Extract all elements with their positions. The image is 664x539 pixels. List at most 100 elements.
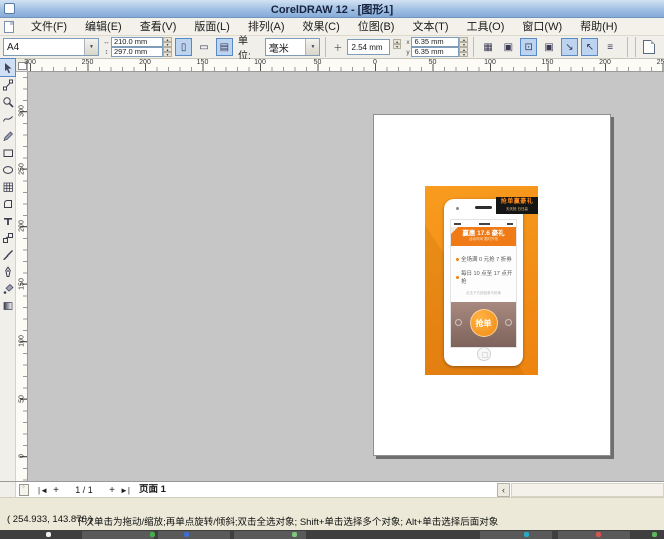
graph-paper-tool[interactable] bbox=[0, 178, 15, 195]
taskbar-item[interactable] bbox=[558, 531, 630, 539]
hruler-label: 150 bbox=[197, 59, 209, 66]
interactive-fill-tool[interactable] bbox=[0, 297, 15, 314]
portrait-button[interactable]: ▯ bbox=[175, 38, 192, 56]
smart-drawing-tool[interactable] bbox=[0, 127, 15, 144]
height-spin-down-icon[interactable]: ▼ bbox=[163, 52, 172, 57]
taskbar-app-icon[interactable] bbox=[596, 532, 601, 537]
taskbar-app-icon[interactable] bbox=[150, 532, 155, 537]
menu-window[interactable]: 窗口(W) bbox=[513, 18, 571, 36]
home-button-icon bbox=[477, 347, 491, 361]
nudge-field[interactable]: 2.54 mm bbox=[347, 39, 389, 55]
treat-as-filled-icon[interactable]: ↘ bbox=[561, 38, 578, 56]
taskbar-app-icon[interactable] bbox=[184, 532, 189, 537]
nudge-spin-down-icon[interactable]: ▼ bbox=[393, 44, 402, 49]
promo-badge: 抢单赢豪礼 天天抢 日日赢 bbox=[496, 197, 538, 214]
duplicate-y-field[interactable]: 6.35 mm bbox=[411, 47, 459, 57]
basic-shapes-tool[interactable] bbox=[0, 195, 15, 212]
bullet-text: 每日 10 点至 17 点开抢 bbox=[461, 269, 516, 285]
vruler-label: 300 bbox=[19, 105, 26, 117]
menu-bitmaps[interactable]: 位图(B) bbox=[349, 18, 404, 36]
navigator-icon[interactable] bbox=[19, 484, 29, 496]
freehand-tool[interactable] bbox=[0, 110, 15, 127]
snap-to-objects-icon[interactable]: ⊡ bbox=[520, 38, 537, 56]
units-label: 单位: bbox=[236, 32, 262, 62]
duplicate-y-label: y bbox=[404, 49, 411, 56]
last-page-button[interactable]: ►| bbox=[118, 483, 132, 497]
rectangle-tool[interactable] bbox=[0, 144, 15, 161]
paper-height-field[interactable]: 297.0 mm bbox=[111, 47, 163, 57]
taskbar-app-icon[interactable] bbox=[292, 532, 297, 537]
document-icon[interactable] bbox=[4, 21, 14, 33]
dynamic-guides-icon[interactable]: ▣ bbox=[540, 38, 557, 56]
horizontal-scrollbar[interactable] bbox=[511, 483, 664, 497]
paper-width-field[interactable]: 210.0 mm bbox=[111, 37, 163, 47]
taskbar-item[interactable] bbox=[82, 531, 154, 539]
hruler-label: 0 bbox=[373, 59, 377, 66]
chevron-down-icon[interactable]: ▼ bbox=[305, 39, 319, 55]
corner-ribbon-icon bbox=[451, 227, 458, 234]
phone-promo-image[interactable]: 赢惠 17.6 豪礼 活动时间 限时开抢 全场满 0 元抢 7 折券 每日 10… bbox=[425, 186, 538, 375]
apply-all-pages-button[interactable]: ▤ bbox=[216, 38, 233, 56]
pick-tool[interactable] bbox=[0, 59, 15, 76]
menu-view[interactable]: 查看(V) bbox=[131, 18, 186, 36]
outline-pen-tool[interactable] bbox=[0, 263, 15, 280]
menu-file[interactable]: 文件(F) bbox=[22, 18, 76, 36]
fill-tool[interactable] bbox=[0, 280, 15, 297]
marquee-select-icon[interactable]: ↖ bbox=[581, 38, 598, 56]
scroll-left-button[interactable]: ‹ bbox=[497, 483, 510, 497]
chevron-down-icon[interactable]: ▼ bbox=[84, 39, 98, 55]
document-page[interactable]: 赢惠 17.6 豪礼 活动时间 限时开抢 全场满 0 元抢 7 折券 每日 10… bbox=[373, 114, 611, 456]
new-page-button[interactable] bbox=[641, 38, 658, 56]
taskbar-app-icon[interactable] bbox=[46, 532, 51, 537]
interactive-blend-tool[interactable] bbox=[0, 229, 15, 246]
ellipse-tool[interactable] bbox=[0, 161, 15, 178]
phone-status-bar bbox=[451, 220, 516, 227]
bullet-dot-icon bbox=[456, 258, 459, 261]
eyedropper-tool[interactable] bbox=[0, 246, 15, 263]
properties-icon[interactable]: ≡ bbox=[601, 38, 618, 56]
taskbar-item[interactable] bbox=[158, 531, 230, 539]
duplicate-x-label: x bbox=[404, 39, 411, 46]
vruler-label: 100 bbox=[19, 335, 26, 347]
menu-help[interactable]: 帮助(H) bbox=[571, 18, 626, 36]
add-page-before-button[interactable]: + bbox=[50, 483, 62, 497]
drawing-canvas[interactable]: 赢惠 17.6 豪礼 活动时间 限时开抢 全场满 0 元抢 7 折券 每日 10… bbox=[28, 72, 664, 481]
snap-to-guidelines-icon[interactable]: ▣ bbox=[500, 38, 517, 56]
menu-effects[interactable]: 效果(C) bbox=[294, 18, 349, 36]
menu-edit[interactable]: 编辑(E) bbox=[76, 18, 131, 36]
menu-text[interactable]: 文本(T) bbox=[403, 18, 457, 36]
add-page-after-button[interactable]: + bbox=[106, 483, 118, 497]
text-tool[interactable] bbox=[0, 212, 15, 229]
nudge-icon: ＋ bbox=[331, 41, 344, 54]
horizontal-ruler[interactable]: 300 250 200 150 100 50 0 50 100 150 200 … bbox=[28, 59, 664, 72]
banner-title: 赢惠 17.6 豪礼 bbox=[451, 227, 516, 237]
hruler-label: 100 bbox=[484, 59, 496, 66]
vertical-ruler[interactable]: 300 250 200 150 100 50 0 bbox=[16, 72, 28, 481]
hruler-label: 250 bbox=[82, 59, 94, 66]
paper-dimensions: ↔ 210.0 mm ▲▼ ↕ 297.0 mm ▲▼ bbox=[102, 37, 172, 57]
taskbar-app-icon[interactable] bbox=[652, 532, 657, 537]
landscape-button[interactable]: ▭ bbox=[195, 38, 212, 56]
duplicate-x-field[interactable]: 6.35 mm bbox=[411, 37, 459, 47]
hruler-label: 200 bbox=[599, 59, 611, 66]
menu-tools[interactable]: 工具(O) bbox=[458, 18, 514, 36]
page-navigator: |◄ + 1 / 1 + ►| 页面 1 ‹ bbox=[0, 481, 664, 497]
windows-taskbar[interactable] bbox=[0, 530, 664, 539]
paper-type-combo[interactable]: A4 ▼ bbox=[3, 38, 99, 56]
taskbar-app-icon[interactable] bbox=[524, 532, 529, 537]
paper-height-icon: ↕ bbox=[102, 49, 111, 56]
shape-tool[interactable] bbox=[0, 76, 15, 93]
first-page-button[interactable]: |◄ bbox=[36, 483, 50, 497]
units-combo[interactable]: 毫米 ▼ bbox=[265, 38, 321, 56]
menu-layout[interactable]: 版面(L) bbox=[185, 18, 238, 36]
hruler-label: 50 bbox=[314, 59, 322, 66]
dupy-spin-down-icon[interactable]: ▼ bbox=[459, 52, 468, 57]
window-title: CorelDRAW 12 - [图形1] bbox=[0, 1, 664, 17]
side-circle-icon bbox=[505, 319, 512, 326]
taskbar-item[interactable] bbox=[480, 531, 552, 539]
zoom-tool[interactable] bbox=[0, 93, 15, 110]
badge-subtitle: 天天抢 日日赢 bbox=[497, 207, 537, 212]
bullet-dot-icon bbox=[456, 276, 459, 279]
snap-to-grid-icon[interactable]: ▦ bbox=[479, 38, 496, 56]
tab-page-1[interactable]: 页面 1 bbox=[132, 482, 188, 498]
